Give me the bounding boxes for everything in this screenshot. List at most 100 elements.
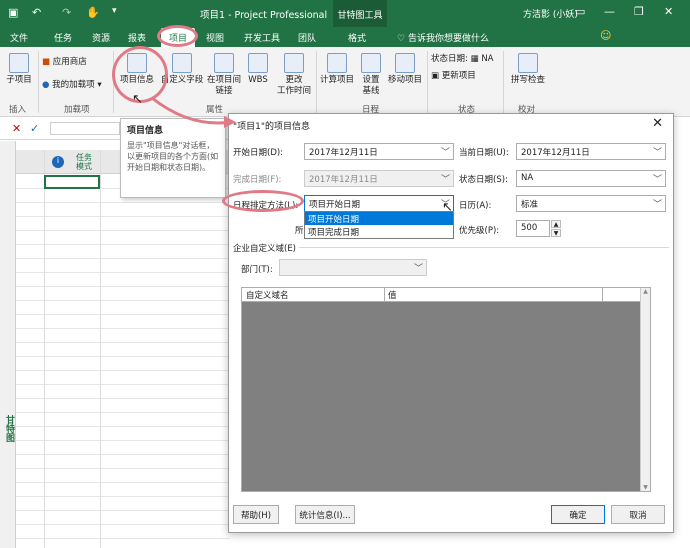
app-store-button[interactable]: ■ 应用商店 bbox=[42, 57, 87, 68]
selected-cell[interactable] bbox=[44, 175, 100, 189]
dialog-title: "项目1"的项目信息 bbox=[233, 122, 311, 132]
restore-icon[interactable]: ❐ bbox=[634, 5, 644, 18]
wbs-icon bbox=[248, 53, 268, 73]
chevron-down-icon[interactable]: ﹀ bbox=[653, 172, 662, 185]
enterprise-fields-label: 企业自定义域(E) bbox=[233, 244, 297, 254]
sheet-row bbox=[16, 258, 230, 259]
links-between-projects-button[interactable]: 在项目间 链接 bbox=[204, 53, 244, 97]
subproject-icon bbox=[9, 53, 29, 73]
subproject-button[interactable]: 子项目 bbox=[4, 53, 34, 86]
wbs-button[interactable]: WBS bbox=[246, 53, 270, 86]
divider bbox=[602, 288, 603, 302]
start-date-field[interactable]: 2017年12月11日 ﹀ bbox=[304, 143, 454, 160]
divider bbox=[384, 288, 385, 302]
status-date-field[interactable]: NA ﹀ bbox=[516, 170, 666, 187]
tab-report[interactable]: 报表 bbox=[128, 31, 146, 44]
calendar-select[interactable]: 标准 ﹀ bbox=[516, 195, 666, 212]
info-column-icon[interactable]: i bbox=[52, 156, 64, 168]
priority-up-icon[interactable]: ▲ bbox=[551, 220, 561, 228]
tab-team[interactable]: 团队 bbox=[298, 31, 316, 44]
tab-resource[interactable]: 资源 bbox=[92, 31, 110, 44]
sheet-row bbox=[16, 356, 230, 357]
sheet-row bbox=[16, 524, 230, 525]
tell-me-box[interactable]: ♡ 告诉我你想要做什么 bbox=[397, 31, 489, 44]
start-date-label: 开始日期(D): bbox=[233, 148, 284, 158]
tab-developer[interactable]: 开发工具 bbox=[244, 31, 280, 44]
task-mode-header[interactable]: 任务模式 bbox=[76, 153, 98, 171]
tab-view[interactable]: 视图 bbox=[206, 31, 224, 44]
title-bar: ▣ ↶ ↷ ✋ ▾ 项目1 - Project Professional 甘特图… bbox=[0, 0, 690, 27]
cancel-entry-icon[interactable]: ✕ bbox=[12, 122, 21, 135]
window-title: 项目1 - Project Professional bbox=[200, 10, 328, 21]
touch-mode-icon[interactable]: ✋ bbox=[86, 6, 100, 19]
undo-icon[interactable]: ↶ bbox=[32, 6, 41, 19]
store-icon: ■ bbox=[42, 57, 53, 67]
entry-field[interactable] bbox=[50, 122, 120, 135]
sheet-row bbox=[16, 482, 230, 483]
tooltip-body: 显示"项目信息"对话框，以更新项目的各个方面(如开始日期和状态日期)。 bbox=[127, 141, 219, 172]
spell-check-button[interactable]: 拼写检查 bbox=[508, 53, 548, 86]
option-project-start[interactable]: 项目开始日期 bbox=[305, 212, 453, 225]
baseline-icon bbox=[361, 53, 381, 73]
view-side-bar bbox=[0, 141, 16, 548]
ribbon: 子项目 ■ 应用商店 ● 我的加载项 ▾ 项目信息 自定义字段 在项目间 链接 … bbox=[0, 47, 690, 117]
minimize-icon[interactable]: — bbox=[604, 5, 615, 18]
chevron-down-icon[interactable]: ﹀ bbox=[653, 145, 662, 158]
status-date-label: 状态日期(S): bbox=[459, 175, 508, 185]
sheet-row bbox=[16, 454, 230, 455]
department-select: ﹀ bbox=[279, 259, 427, 276]
help-button[interactable]: 帮助(H) bbox=[233, 505, 279, 524]
sheet-row bbox=[16, 286, 230, 287]
set-baseline-button[interactable]: 设置 基线 bbox=[356, 53, 386, 97]
qat-dropdown-icon[interactable]: ▾ bbox=[112, 6, 117, 16]
sheet-row bbox=[16, 538, 230, 539]
scroll-up-icon[interactable]: ▲ bbox=[641, 288, 650, 295]
save-icon[interactable]: ▣ bbox=[8, 6, 18, 19]
statistics-button[interactable]: 统计信息(I)... bbox=[295, 505, 355, 524]
tab-file[interactable]: 文件 bbox=[10, 31, 28, 44]
cancel-button[interactable]: 取消 bbox=[611, 505, 665, 524]
priority-label: 优先级(P): bbox=[459, 226, 500, 236]
callout-arrow bbox=[151, 96, 236, 128]
ribbon-options-icon[interactable]: ▭ bbox=[575, 5, 585, 18]
calculator-icon bbox=[327, 53, 347, 73]
calculate-project-button[interactable]: 计算项目 bbox=[318, 53, 356, 86]
header-value: 值 bbox=[388, 291, 397, 301]
update-project-button[interactable]: ▣ 更新项目 bbox=[431, 71, 476, 82]
sheet-row bbox=[16, 216, 230, 217]
smiley-icon[interactable]: ☺ bbox=[600, 29, 611, 42]
dialog-close-icon[interactable]: ✕ bbox=[652, 116, 663, 131]
addins-icon: ● bbox=[42, 80, 53, 90]
move-project-icon bbox=[395, 53, 415, 73]
header-field-name: 自定义域名 bbox=[246, 291, 289, 301]
sheet-row bbox=[16, 440, 230, 441]
scroll-down-icon[interactable]: ▼ bbox=[641, 484, 650, 491]
schedule-from-select[interactable]: 项目开始日期 ﹀ bbox=[304, 195, 454, 212]
change-working-time-button[interactable]: 更改 工作时间 bbox=[274, 53, 314, 97]
context-tab-gantt-tools: 甘特图工具 bbox=[333, 0, 387, 27]
custom-fields-grid: 自定义域名 值 ▲ ▼ bbox=[241, 287, 651, 492]
chevron-down-icon: ﹀ bbox=[413, 264, 423, 274]
ok-button[interactable]: 确定 bbox=[551, 505, 605, 524]
grid-scrollbar[interactable]: ▲ ▼ bbox=[640, 288, 650, 491]
close-window-icon[interactable]: ✕ bbox=[664, 5, 673, 18]
priority-field[interactable]: 500 bbox=[516, 220, 550, 237]
option-project-finish[interactable]: 项目完成日期 bbox=[305, 225, 453, 238]
tab-format[interactable]: 格式 bbox=[348, 31, 366, 44]
confirm-entry-icon[interactable]: ✓ bbox=[30, 122, 39, 135]
my-addins-button[interactable]: ● 我的加载项 ▾ bbox=[42, 80, 102, 91]
priority-down-icon[interactable]: ▼ bbox=[551, 229, 561, 237]
sheet-row bbox=[16, 496, 230, 497]
column-divider bbox=[44, 150, 45, 548]
calendar-icon bbox=[284, 53, 304, 73]
status-date-control[interactable]: 状态日期: ▦ NA bbox=[431, 54, 494, 65]
move-project-button[interactable]: 移动项目 bbox=[386, 53, 424, 86]
user-name[interactable]: 方洁影 (小妖) bbox=[523, 7, 578, 20]
redo-icon[interactable]: ↷ bbox=[62, 6, 71, 19]
chevron-down-icon[interactable]: ﹀ bbox=[653, 197, 662, 210]
chevron-down-icon[interactable]: ﹀ bbox=[441, 145, 450, 158]
tab-task[interactable]: 任务 bbox=[54, 31, 72, 44]
current-date-field[interactable]: 2017年12月11日 ﹀ bbox=[516, 143, 666, 160]
all-label-fragment: 所 bbox=[295, 226, 304, 236]
divider bbox=[316, 51, 317, 113]
